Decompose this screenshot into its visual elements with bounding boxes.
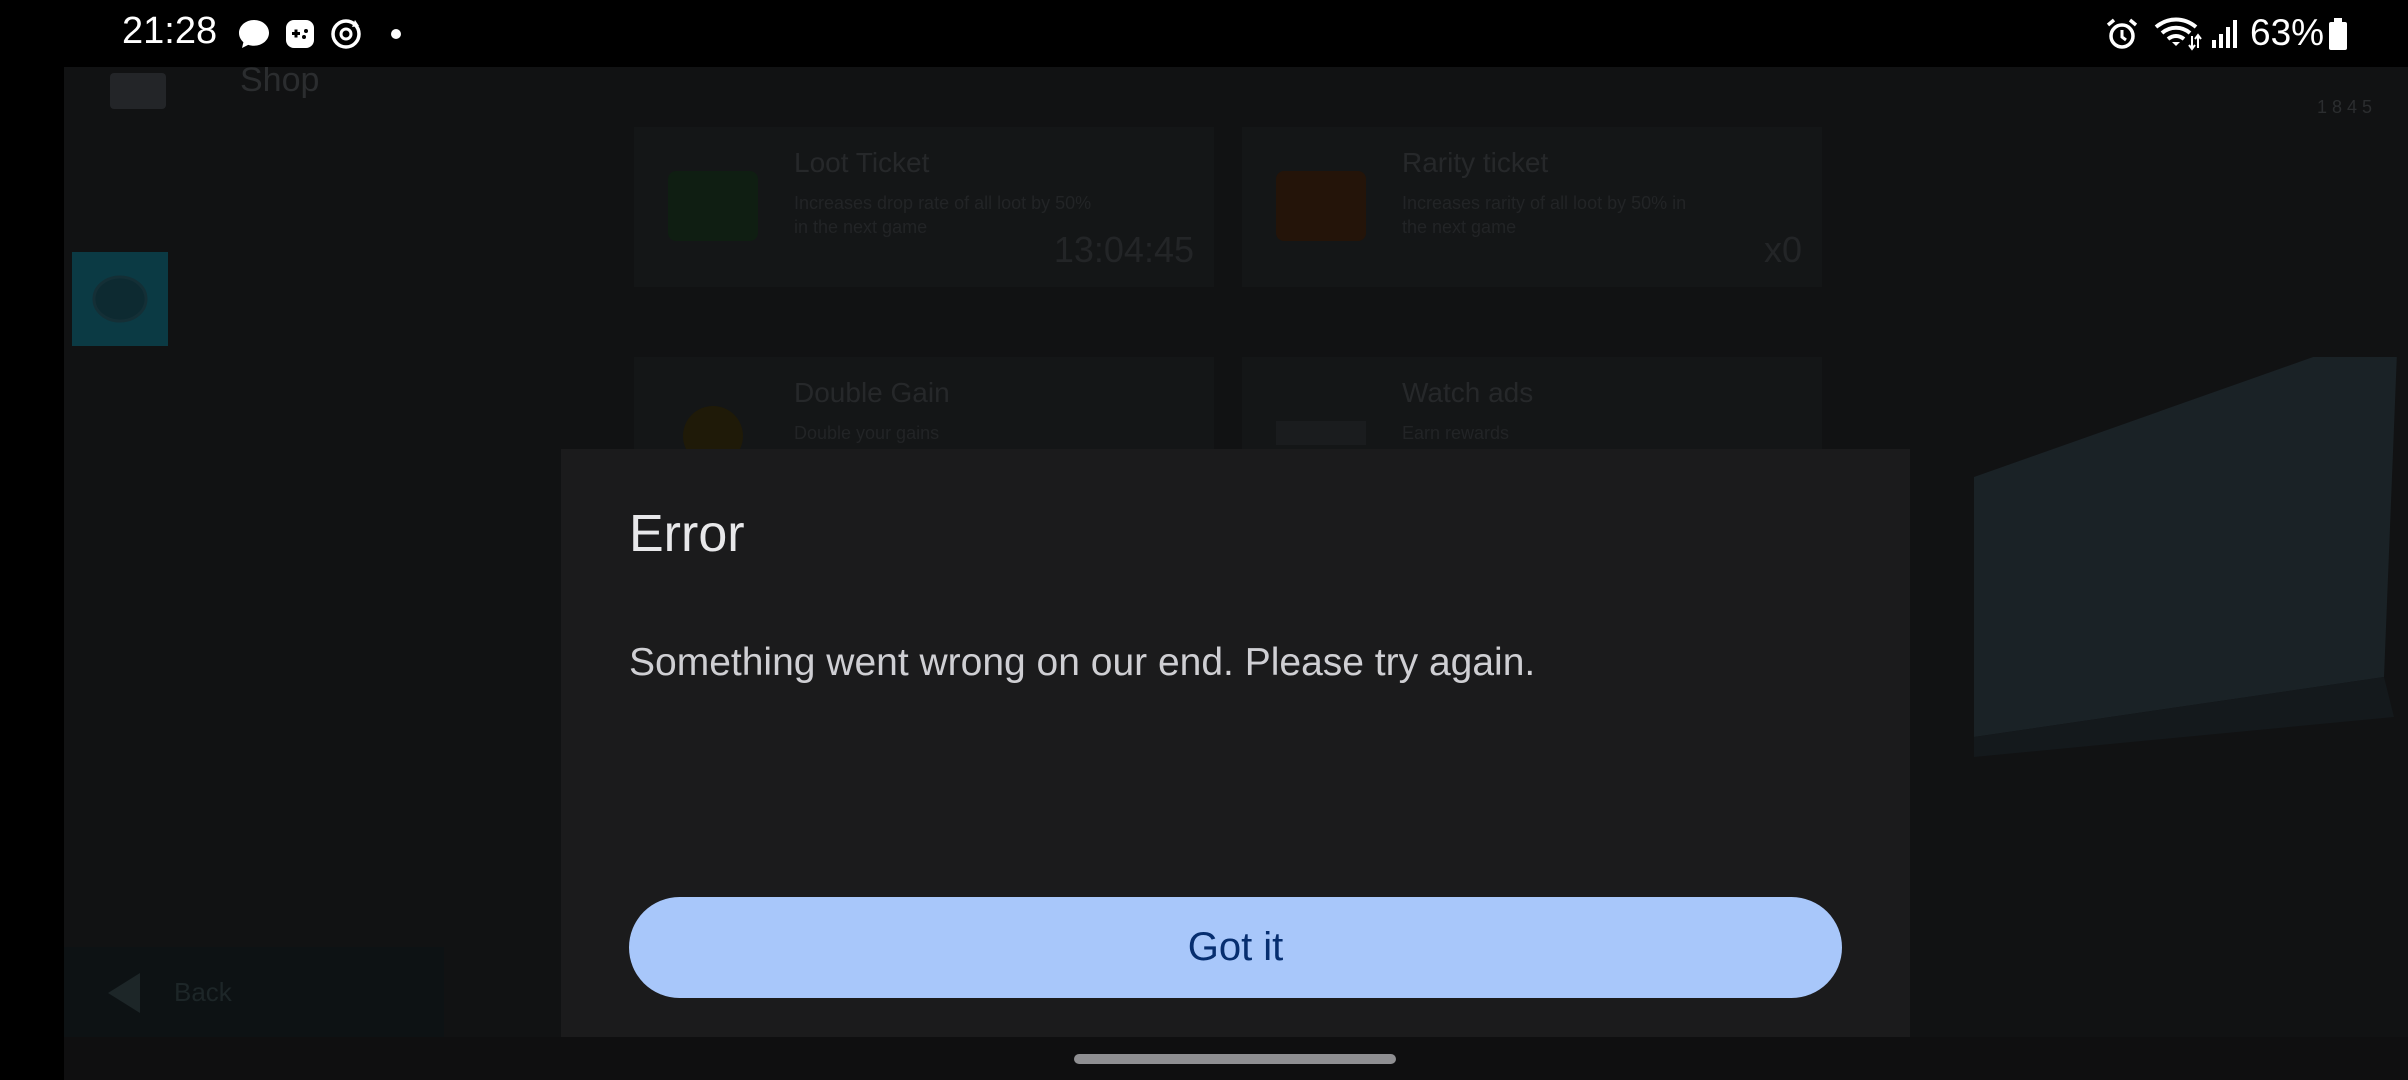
error-dialog: Error Something went wrong on our end. P… bbox=[561, 449, 1910, 1037]
card-timer: 13:04:45 bbox=[1053, 229, 1194, 270]
gesture-nav-bar bbox=[64, 1037, 2408, 1080]
watch-ads-card[interactable]: Watch ads Earn rewards bbox=[1242, 357, 1822, 457]
status-time: 21:28 bbox=[122, 10, 218, 52]
game-controller-icon bbox=[286, 20, 314, 48]
shop-header: Shop bbox=[104, 67, 404, 157]
card-desc: Increases rarity of all loot by 50% in t… bbox=[1402, 193, 1687, 237]
rarity-ticket-card[interactable]: Rarity ticket Increases rarity of all lo… bbox=[1242, 127, 1822, 287]
dialog-title: Error bbox=[629, 505, 745, 563]
back-arrow-icon bbox=[108, 973, 140, 1013]
sync-icon bbox=[331, 19, 361, 49]
dialog-message: Something went wrong on our end. Please … bbox=[629, 641, 1536, 684]
alarm-icon bbox=[2106, 18, 2138, 49]
card-desc: Earn rewards bbox=[1402, 423, 1510, 443]
card-desc: Increases drop rate of all loot by 50% i… bbox=[794, 193, 1092, 237]
back-button[interactable]: Back bbox=[64, 947, 444, 1037]
double-gain-card[interactable]: Double Gain Double your gains bbox=[634, 357, 1214, 466]
wifi-icon bbox=[2154, 17, 2202, 51]
card-title: Loot Ticket bbox=[794, 147, 930, 178]
battery-icon bbox=[2329, 18, 2347, 50]
shop-title: Shop bbox=[240, 67, 320, 99]
loot-ticket-icon bbox=[668, 171, 758, 241]
battery-percent: 63% bbox=[2250, 12, 2325, 53]
got-it-button[interactable]: Got it bbox=[629, 897, 1842, 998]
card-title: Watch ads bbox=[1402, 377, 1534, 408]
chat-bubble-icon bbox=[239, 20, 269, 48]
side-tab-brain[interactable] bbox=[72, 252, 168, 346]
decorative-shape bbox=[1974, 357, 2397, 757]
card-title: Rarity ticket bbox=[1402, 147, 1549, 178]
home-handle[interactable] bbox=[1074, 1054, 1396, 1064]
loot-ticket-card[interactable]: Loot Ticket Increases drop rate of all l… bbox=[634, 127, 1214, 287]
status-bar: 21:28 63% bbox=[0, 0, 2408, 67]
notification-dot-icon bbox=[391, 29, 401, 39]
shop-cart-icon bbox=[110, 73, 166, 109]
signal-icon bbox=[2212, 20, 2237, 48]
back-label: Back bbox=[174, 977, 232, 1007]
rarity-ticket-icon bbox=[1276, 171, 1366, 241]
card-desc: Double your gains bbox=[794, 423, 940, 443]
brain-icon bbox=[92, 275, 148, 323]
coin-count: 1 8 4 5 bbox=[2316, 97, 2372, 117]
card-title: Double Gain bbox=[794, 377, 950, 408]
card-count: x0 bbox=[1763, 229, 1802, 270]
